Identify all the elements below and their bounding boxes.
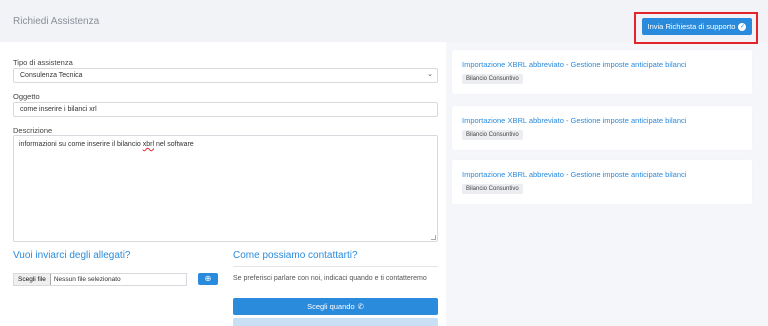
choose-time-label: Scegli quando xyxy=(307,302,355,311)
descrizione-textarea[interactable]: informazioni su come inserire il bilanci… xyxy=(13,135,438,242)
suggestion-card[interactable]: Importazione XBRL abbreviato - Gestione … xyxy=(452,50,752,94)
chevron-down-icon: ⌄ xyxy=(427,71,433,78)
tipo-label: Tipo di assistenza xyxy=(13,58,73,67)
phone-icon: ✆ xyxy=(357,302,364,311)
divider xyxy=(233,266,438,267)
suggestion-card[interactable]: Importazione XBRL abbreviato - Gestione … xyxy=(452,106,752,150)
check-circle-icon: ✓ xyxy=(738,22,747,31)
oggetto-label: Oggetto xyxy=(13,92,40,101)
suggestion-title[interactable]: Importazione XBRL abbreviato - Gestione … xyxy=(462,60,686,69)
descrizione-text-end: nel software xyxy=(154,141,194,148)
misspelled-word: xbrl xyxy=(142,141,154,148)
contact-text: Se preferisci parlare con noi, indicaci … xyxy=(233,275,427,282)
oggetto-input[interactable]: come inserire i bilanci xrl xyxy=(13,102,438,117)
suggestion-title[interactable]: Importazione XBRL abbreviato - Gestione … xyxy=(462,116,686,125)
tipo-select[interactable]: Consulenza Tecnica ⌄ xyxy=(13,68,438,83)
suggestion-tag: Bilancio Consuntivo xyxy=(462,130,523,140)
descrizione-label: Descrizione xyxy=(13,126,53,135)
choose-time-button[interactable]: Scegli quando ✆ xyxy=(233,298,438,315)
resize-handle[interactable] xyxy=(431,235,436,240)
descrizione-text-start: informazioni su come inserire il bilanci… xyxy=(19,141,143,148)
file-input[interactable]: Scegli file Nessun file selezionato xyxy=(13,273,187,286)
add-attachment-button[interactable]: ⊕ xyxy=(198,273,218,285)
choose-file-button[interactable]: Scegli file xyxy=(14,274,51,285)
submit-request-label: Invia Richiesta di supporto xyxy=(647,22,736,31)
suggestion-tag: Bilancio Consuntivo xyxy=(462,184,523,194)
suggestion-tag: Bilancio Consuntivo xyxy=(462,74,523,84)
oggetto-input-value: come inserire i bilanci xrl xyxy=(20,106,97,113)
plus-circle-icon: ⊕ xyxy=(204,274,212,283)
file-status: Nessun file selezionato xyxy=(53,276,121,283)
contact-heading: Come possiamo contattarti? xyxy=(233,250,358,261)
secondary-button[interactable] xyxy=(233,318,438,326)
suggestion-card[interactable]: Importazione XBRL abbreviato - Gestione … xyxy=(452,160,752,204)
tipo-select-value: Consulenza Tecnica xyxy=(20,72,83,79)
attachments-heading: Vuoi inviarci degli allegati? xyxy=(13,250,131,261)
submit-request-button[interactable]: Invia Richiesta di supporto ✓ xyxy=(642,18,752,35)
suggestion-title[interactable]: Importazione XBRL abbreviato - Gestione … xyxy=(462,170,686,179)
page-title: Richiedi Assistenza xyxy=(13,16,100,27)
